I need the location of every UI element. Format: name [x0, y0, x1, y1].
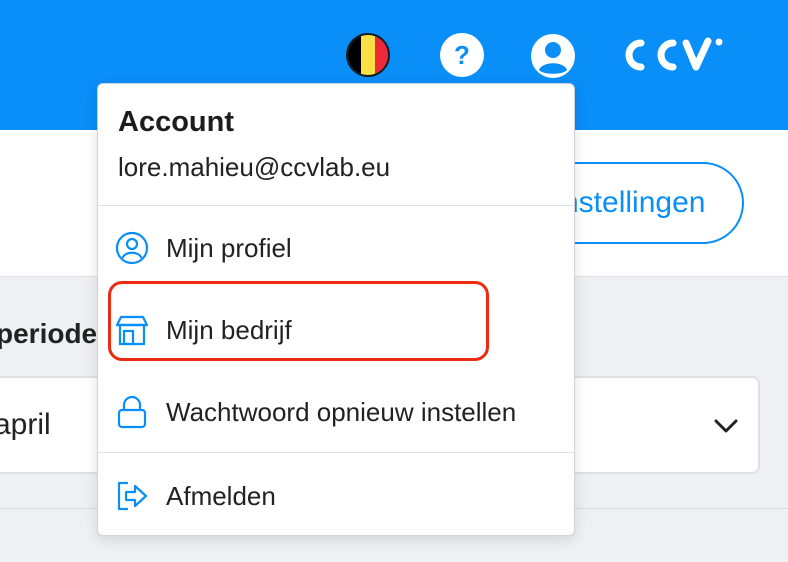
highlight-annotation — [108, 281, 489, 361]
account-menu-title: Account — [118, 106, 234, 138]
menu-item-afmelden[interactable]: Afmelden — [114, 468, 558, 524]
ccv-logo — [625, 37, 723, 71]
menu-item-label: Afmelden — [166, 480, 276, 511]
logout-icon — [117, 481, 148, 511]
user-circle-icon — [115, 231, 149, 265]
belgium-flag-icon[interactable] — [346, 33, 390, 77]
menu-item-label: Wachtwoord opnieuw instellen — [166, 396, 517, 427]
account-email: lore.mahieu@ccvlab.eu — [118, 152, 391, 182]
menu-item-wachtwoord-opnieuw-instellen[interactable]: Wachtwoord opnieuw instellen — [114, 384, 558, 440]
menu-item-label: Mijn profiel — [166, 232, 292, 263]
period-select-value: april — [0, 408, 51, 441]
period-label: periode — [0, 318, 98, 349]
lock-icon — [117, 395, 147, 429]
chevron-down-icon[interactable] — [712, 416, 740, 436]
help-icon[interactable]: ? — [440, 33, 484, 77]
user-account-icon[interactable] — [530, 33, 576, 79]
menu-divider — [98, 205, 574, 206]
menu-item-mijn-profiel[interactable]: Mijn profiel — [114, 220, 558, 276]
menu-divider — [98, 452, 574, 453]
